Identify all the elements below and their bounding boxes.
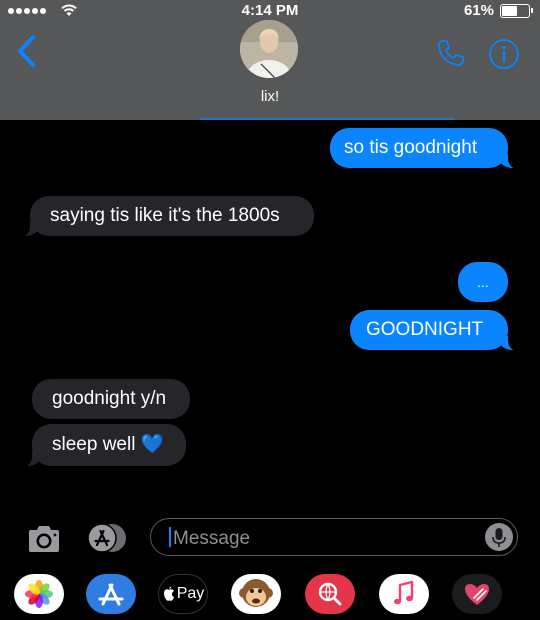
search-images-icon <box>318 582 342 606</box>
camera-icon[interactable] <box>26 524 62 554</box>
message-bubble-received[interactable]: saying tis like it's the 1800s <box>20 196 314 237</box>
app-store-icon <box>98 583 124 606</box>
message-text: so tis goodnight <box>344 137 478 158</box>
app-store-app-button[interactable] <box>86 574 136 614</box>
back-chevron-icon[interactable] <box>16 34 38 68</box>
apple-pay-button[interactable]: Pay <box>158 574 208 614</box>
previous-bubble-edge <box>200 118 455 120</box>
message-bubble-sent[interactable]: GOODNIGHT <box>350 310 518 351</box>
music-app-button[interactable] <box>379 574 429 614</box>
message-bubble-received[interactable]: sleep well 💙 <box>22 424 186 467</box>
app-store-icon[interactable] <box>86 522 128 554</box>
music-icon <box>394 580 414 605</box>
message-text: goodnight y/n <box>52 388 167 409</box>
digital-touch-icon <box>465 584 489 605</box>
text-cursor <box>169 527 171 547</box>
message-bubble-sent[interactable]: ... <box>458 262 508 302</box>
message-bubble-received[interactable]: goodnight y/n <box>32 379 190 419</box>
mic-icon[interactable] <box>485 523 513 551</box>
battery-percent: 61% <box>463 2 494 19</box>
message-input[interactable]: Message <box>150 518 518 556</box>
photos-icon <box>14 574 64 614</box>
message-placeholder: Message <box>173 528 251 549</box>
apple-pay-icon <box>163 586 174 601</box>
conversation-header: 4:14 PM 61% lix! <box>0 0 540 120</box>
message-text: saying tis like it's the 1800s <box>50 205 280 226</box>
info-icon[interactable] <box>488 38 520 70</box>
message-text: ... <box>477 274 489 290</box>
digital-touch-app-button[interactable] <box>452 574 502 614</box>
animoji-app-button[interactable] <box>231 574 281 614</box>
status-time: 4:14 PM <box>241 2 299 19</box>
message-text: GOODNIGHT <box>366 319 484 340</box>
status-bar: 4:14 PM 61% <box>0 0 540 22</box>
apple-pay-label: Pay <box>176 585 205 602</box>
monkey-emoji-icon <box>239 579 273 607</box>
phone-icon[interactable] <box>436 38 466 68</box>
message-bubble-sent[interactable]: so tis goodnight <box>330 128 518 169</box>
contact-avatar[interactable] <box>240 20 298 78</box>
contact-name[interactable]: lix! <box>0 88 540 105</box>
photos-app-button[interactable] <box>14 574 64 614</box>
battery-icon <box>500 4 533 18</box>
message-text: sleep well 💙 <box>52 434 165 455</box>
image-search-app-button[interactable] <box>305 574 355 614</box>
